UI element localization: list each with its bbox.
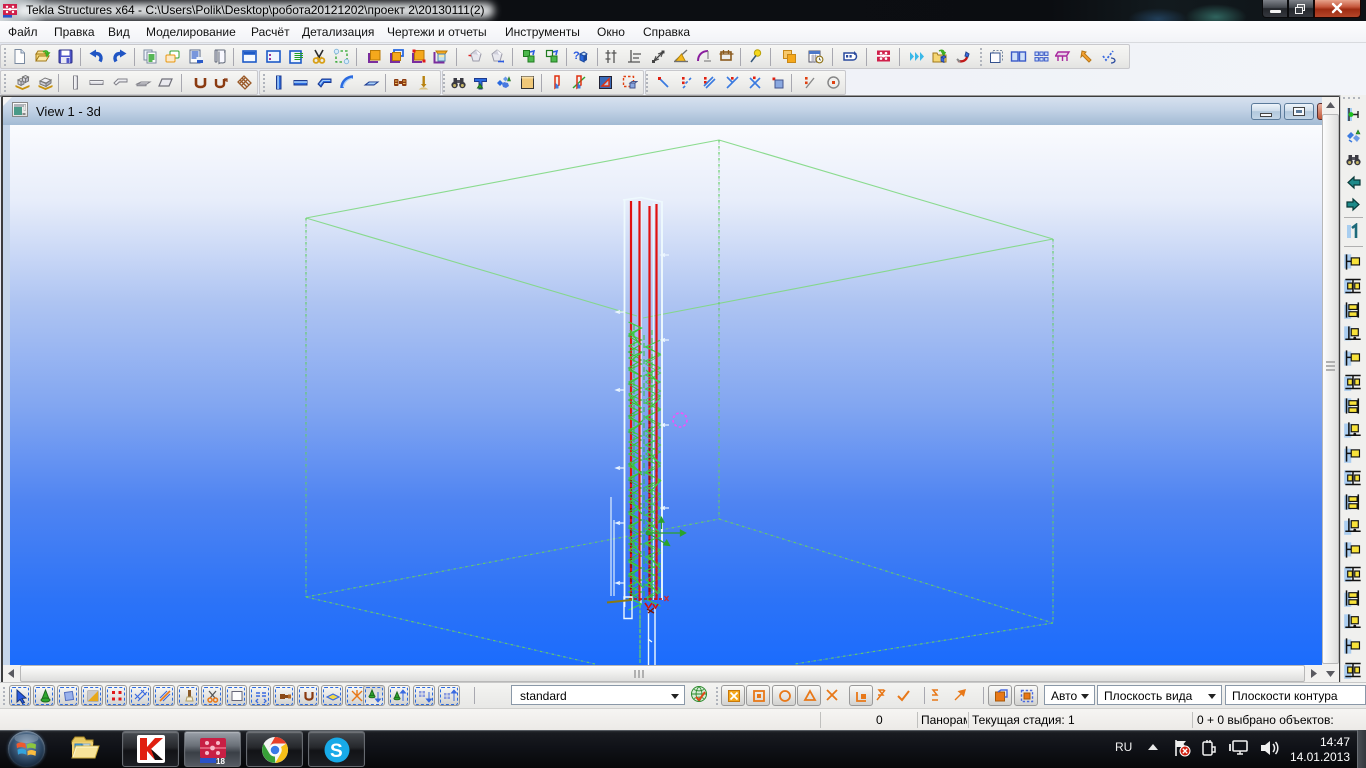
svg-text:?: ?: [573, 50, 580, 62]
svg-text:S: S: [330, 741, 343, 762]
svg-text:18: 18: [216, 757, 225, 765]
